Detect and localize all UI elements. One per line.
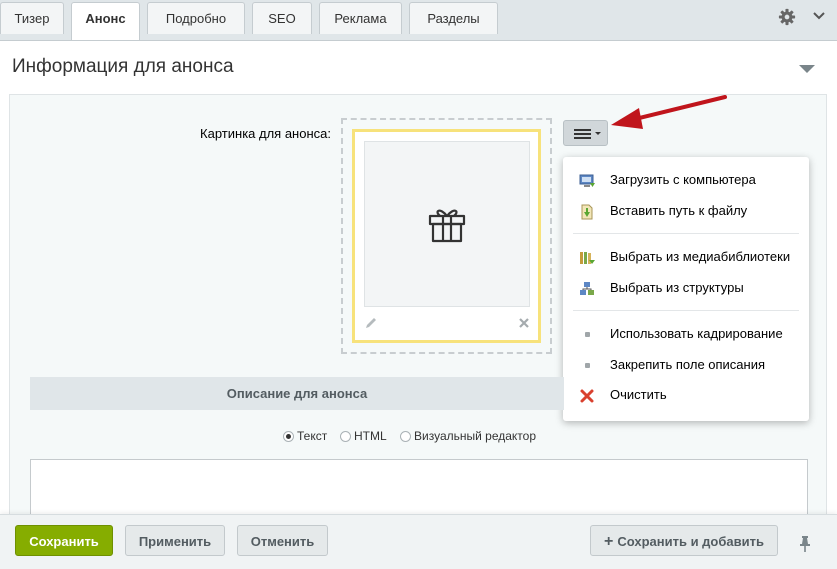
menu-item-structure[interactable]: Выбрать из структуры (563, 274, 809, 302)
menu-separator (573, 310, 799, 311)
collapse-arrow-icon[interactable] (797, 63, 817, 75)
menu-separator (573, 233, 799, 234)
medialib-icon (580, 252, 595, 264)
edit-icon[interactable] (364, 316, 378, 330)
tab-bar: Тизер Анонс Подробно SEO Реклама Разделы (0, 0, 837, 41)
image-source-menu: Загрузить с компьютера Вставить путь к ф… (563, 157, 809, 421)
structure-icon (580, 282, 594, 295)
annotation-arrow (611, 95, 727, 129)
section-title: Информация для анонса (12, 56, 234, 77)
radio-icon (340, 431, 351, 442)
radio-icon (400, 431, 411, 442)
mode-text-radio[interactable]: Текст (283, 429, 327, 443)
tab-teaser[interactable]: Тизер (0, 2, 64, 34)
picture-label: Картинка для анонса: (200, 126, 331, 141)
apply-button[interactable]: Применить (125, 525, 225, 556)
menu-item-pin-description[interactable]: Закрепить поле описания (563, 351, 809, 379)
delete-icon[interactable] (518, 317, 530, 329)
pin-icon[interactable] (799, 535, 811, 553)
menu-icon (574, 129, 601, 139)
save-and-add-button[interactable]: + Сохранить и добавить (590, 525, 778, 556)
file-path-icon (581, 204, 593, 220)
menu-item-medialib[interactable]: Выбрать из медиабиблиотеки (563, 243, 809, 271)
radio-selected-icon (283, 431, 294, 442)
computer-upload-icon (579, 174, 595, 187)
mode-visual-radio[interactable]: Визуальный редактор (400, 429, 536, 443)
description-header: Описание для анонса (30, 377, 564, 410)
image-menu-button[interactable] (563, 120, 608, 146)
tab-details[interactable]: Подробно (147, 2, 245, 34)
tab-announce[interactable]: Анонс (71, 2, 140, 41)
cancel-button[interactable]: Отменить (237, 525, 328, 556)
save-button[interactable]: Сохранить (15, 525, 113, 556)
gift-icon (428, 209, 466, 243)
plus-icon: + (604, 533, 614, 550)
tab-ads[interactable]: Реклама (319, 2, 402, 34)
tab-seo[interactable]: SEO (252, 2, 312, 34)
menu-item-file-path[interactable]: Вставить путь к файлу (563, 197, 809, 225)
bullet-icon (585, 332, 590, 337)
menu-item-clear[interactable]: Очистить (563, 381, 809, 409)
bullet-icon (585, 363, 590, 368)
menu-item-crop[interactable]: Использовать кадрирование (563, 320, 809, 348)
chevron-down-icon[interactable] (812, 11, 826, 21)
menu-item-upload[interactable]: Загрузить с компьютера (563, 166, 809, 194)
clear-icon (580, 389, 594, 403)
mode-html-radio[interactable]: HTML (340, 429, 387, 443)
gear-icon[interactable] (778, 8, 796, 26)
tab-sections[interactable]: Разделы (409, 2, 498, 34)
